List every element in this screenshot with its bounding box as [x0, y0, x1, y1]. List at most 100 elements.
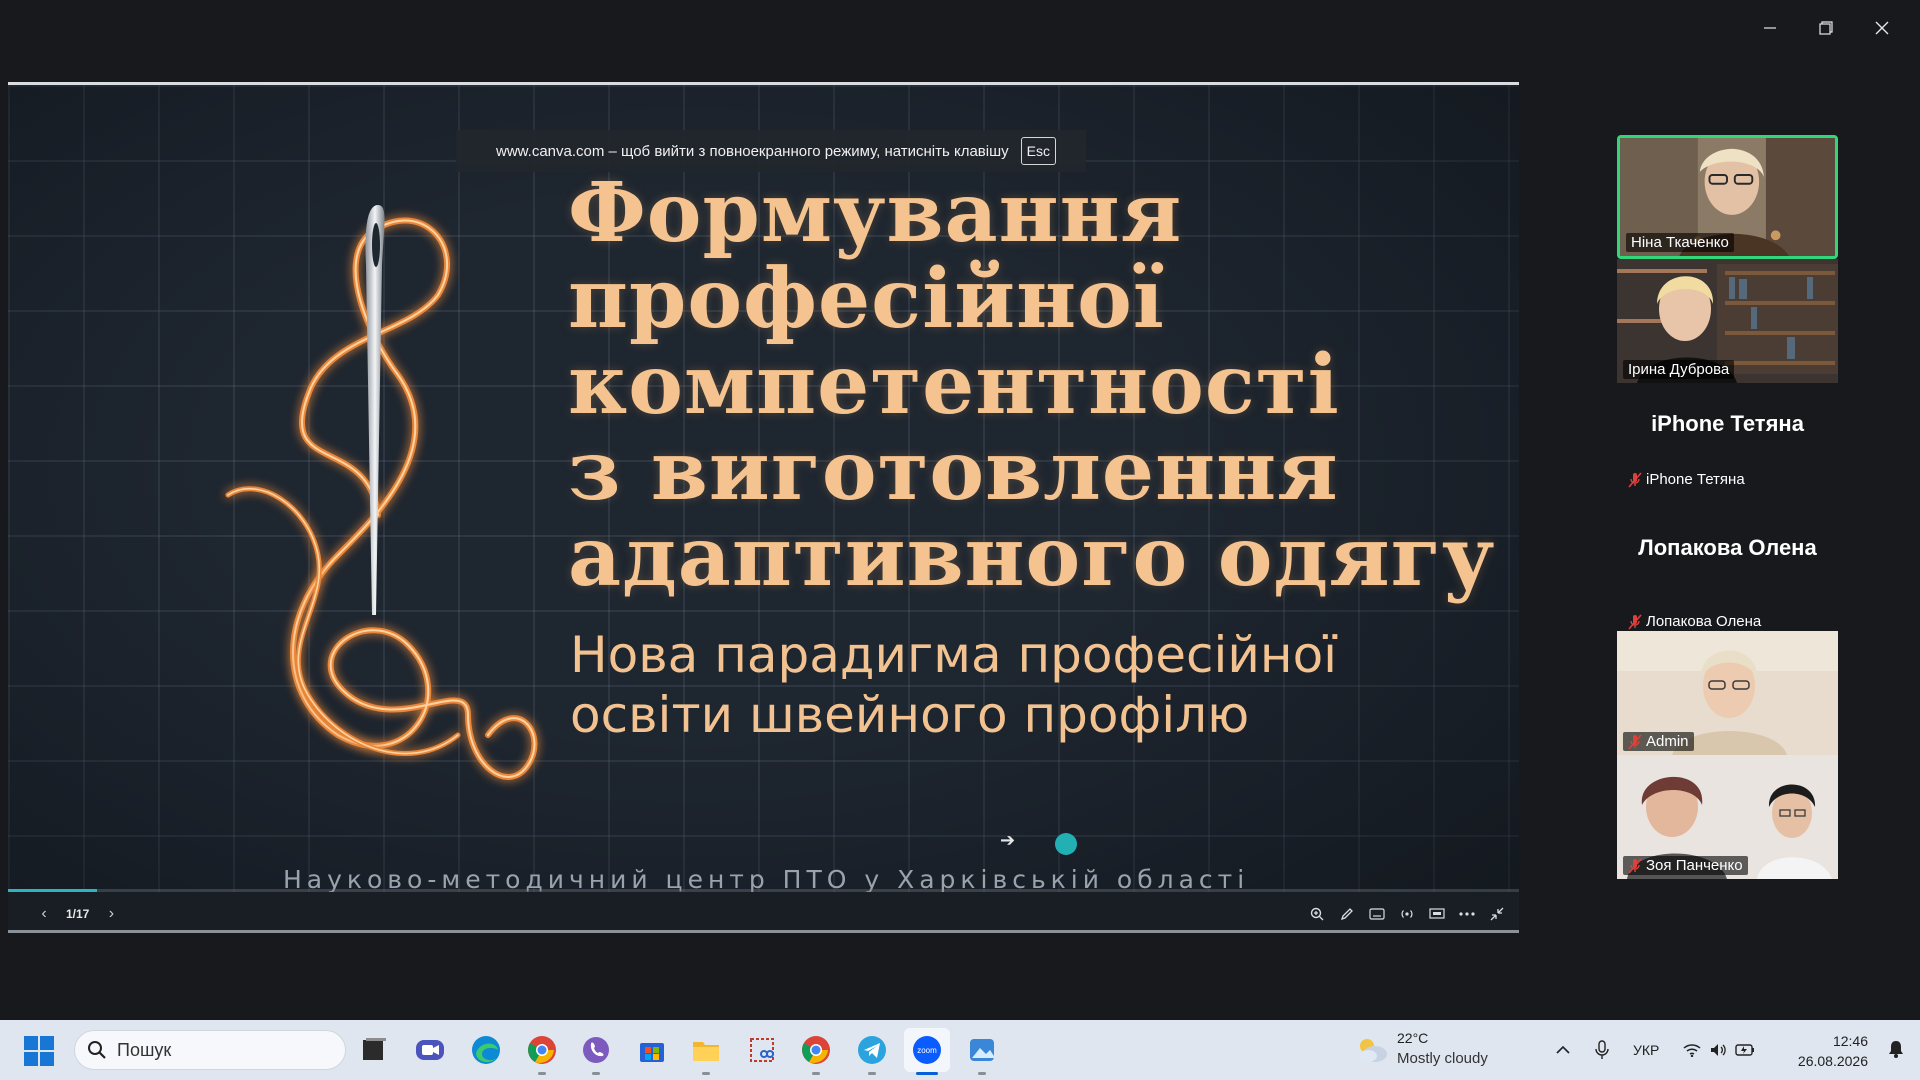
zoom-meetings-icon[interactable]: [414, 1034, 446, 1066]
next-slide-button[interactable]: ›: [97, 905, 125, 923]
more-icon: [1459, 912, 1475, 916]
windows-logo-icon: [24, 1036, 38, 1050]
shared-screen[interactable]: www.canva.com – щоб вийти з повноекранно…: [8, 82, 1519, 933]
participant-name-tag: Ніна Ткаченко: [1626, 233, 1734, 252]
slide-subtitle-line: Нова парадигма професійної: [570, 626, 1338, 684]
search-placeholder: Пошук: [117, 1039, 172, 1060]
slide-title: Формування професійної компетентності з …: [568, 170, 1495, 600]
volume-icon: [1711, 1044, 1727, 1056]
participant-display-name: iPhone Тетяна: [1651, 411, 1804, 436]
store-icon[interactable]: [636, 1034, 668, 1066]
exit-fullscreen-button[interactable]: [1489, 906, 1505, 922]
slide-title-line: адаптивного одягу: [568, 509, 1496, 605]
notification-bell-icon[interactable]: [1888, 1040, 1904, 1058]
participant-name-tag: iPhone Тетяна: [1623, 470, 1750, 489]
running-indicator: [538, 1072, 546, 1075]
participants-panel: Ніна Ткаченко Ірина Дуброва iPhone Тетян…: [1617, 135, 1838, 879]
task-view-icon[interactable]: [358, 1034, 390, 1066]
keyboard-button[interactable]: [1369, 906, 1385, 922]
needle-thread-illustration: [225, 205, 538, 780]
present-icon: [1429, 908, 1445, 919]
participant-display-name: Лопакова Олена: [1638, 535, 1817, 560]
fullscreen-notice-text: www.canva.com – щоб вийти з повноекранно…: [496, 142, 1009, 160]
pen-button[interactable]: [1339, 906, 1355, 922]
quick-settings[interactable]: [1683, 1042, 1755, 1058]
system-tray: УКР: [1555, 1020, 1755, 1080]
participant-tile[interactable]: Лопакова Олена Лопакова Олена: [1617, 507, 1838, 631]
needle-icon: [365, 205, 385, 615]
participant-name: Ірина Дуброва: [1628, 361, 1730, 378]
esc-key-badge[interactable]: Esc: [1020, 137, 1056, 165]
telegram-icon[interactable]: [856, 1034, 888, 1066]
start-button[interactable]: [24, 1036, 54, 1066]
slide-title-line: компетентності: [568, 337, 1340, 433]
chevron-up-icon[interactable]: [1555, 1045, 1571, 1055]
slide-subtitle-line: освіти швейного профілю: [570, 686, 1250, 744]
slide-title-line: Формування: [568, 165, 1183, 261]
chrome-icon[interactable]: [526, 1034, 558, 1066]
presentation-controls: ‹ 1/17 ›: [8, 892, 1519, 933]
broadcast-icon: [1401, 910, 1413, 918]
exit-fullscreen-icon: [1490, 907, 1504, 921]
participant-name: Ніна Ткаченко: [1631, 234, 1729, 251]
present-button[interactable]: [1429, 906, 1445, 922]
player-tools: [1309, 892, 1505, 933]
participant-name: Зоя Панченко: [1646, 857, 1743, 874]
slide-title-line: з виготовлення: [568, 423, 1339, 519]
window-controls: [1742, 10, 1910, 46]
restore-icon: [1819, 21, 1833, 35]
more-button[interactable]: [1459, 906, 1475, 922]
participant-tile[interactable]: Ірина Дуброва: [1617, 259, 1838, 383]
active-indicator: [916, 1072, 938, 1075]
participant-name-tag: Ірина Дуброва: [1623, 360, 1735, 379]
running-indicator: [702, 1072, 710, 1075]
participant-tile[interactable]: Зоя Панченко: [1617, 755, 1838, 879]
clock-time: 12:46: [1832, 1033, 1868, 1049]
participant-name: Лопакова Олена: [1646, 613, 1762, 630]
slide-title-line: професійної: [568, 251, 1165, 347]
shared-screen-bottom-edge: [8, 930, 1519, 933]
participant-tile[interactable]: iPhone Тетяна iPhone Тетяна: [1617, 383, 1838, 507]
photos-icon[interactable]: [966, 1034, 998, 1066]
mic-muted-icon: [1628, 471, 1642, 488]
chrome-profile-icon[interactable]: [800, 1034, 832, 1066]
prev-slide-button[interactable]: ‹: [30, 905, 58, 923]
slide-subtitle: Нова парадигма професійної освіти швейно…: [570, 625, 1337, 745]
restore-button[interactable]: [1798, 10, 1854, 46]
participant-tile[interactable]: Admin: [1617, 631, 1838, 755]
participant-name-tag: Зоя Панченко: [1623, 856, 1748, 875]
close-button[interactable]: [1854, 10, 1910, 46]
running-indicator: [868, 1072, 876, 1075]
microphone-icon[interactable]: [1595, 1040, 1609, 1060]
pointer-arrow-icon: ➔: [1000, 830, 1016, 851]
svg-text:zoom: zoom: [917, 1046, 937, 1055]
participant-tile[interactable]: Ніна Ткаченко: [1617, 135, 1838, 259]
participant-name-tag: Лопакова Олена: [1623, 612, 1766, 631]
viber-icon[interactable]: [580, 1034, 612, 1066]
snipping-tool-icon[interactable]: [746, 1034, 778, 1066]
pen-icon: [1340, 908, 1353, 921]
file-explorer-icon[interactable]: [690, 1034, 722, 1066]
zoom-icon: [1310, 907, 1324, 921]
wifi-icon: [1683, 1044, 1701, 1057]
participant-name: iPhone Тетяна: [1646, 471, 1745, 488]
mic-muted-icon: [1628, 733, 1642, 750]
zoom-button[interactable]: [1309, 906, 1325, 922]
edge-icon[interactable]: [470, 1034, 502, 1066]
broadcast-button[interactable]: [1399, 906, 1415, 922]
close-icon: [1875, 21, 1889, 35]
zoom-icon[interactable]: zoom: [911, 1034, 943, 1066]
mic-muted-icon: [1628, 857, 1642, 874]
participant-name: Admin: [1646, 733, 1689, 750]
taskbar-clock[interactable]: 12:46 26.08.2026: [1798, 1031, 1868, 1071]
participant-name-tag: Admin: [1623, 732, 1694, 751]
language-indicator[interactable]: УКР: [1633, 1042, 1659, 1058]
weather-temperature: 22°C: [1397, 1030, 1429, 1046]
weather-condition: Mostly cloudy: [1397, 1050, 1488, 1067]
page-counter: 1/17: [66, 907, 90, 921]
windows-logo-icon: [40, 1036, 54, 1050]
taskbar-search[interactable]: Пошук: [74, 1030, 346, 1070]
minimize-button[interactable]: [1742, 10, 1798, 46]
chevron-left-icon: ‹: [41, 905, 47, 922]
running-indicator: [592, 1072, 600, 1075]
